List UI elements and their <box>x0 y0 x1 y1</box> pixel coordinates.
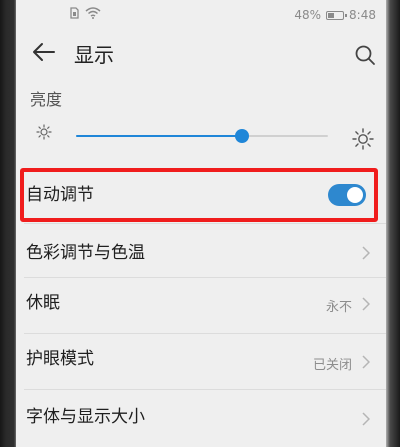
eye-comfort-row[interactable]: 护眼模式 已关闭 <box>16 334 386 390</box>
chevron-right-icon <box>362 297 370 311</box>
wifi-icon <box>85 7 101 19</box>
eye-comfort-value: 已关闭 <box>312 358 352 373</box>
battery-fill <box>328 12 335 18</box>
slider-fill <box>76 135 243 137</box>
app-header: 显示 <box>16 30 386 76</box>
phone-frame: 48% 8:48 显示 亮度 自动调节 色彩调节与色温 休眠 永不 护眼模式 已… <box>0 0 400 447</box>
color-temperature-row[interactable]: 色彩调节与色温 <box>16 224 386 278</box>
auto-adjust-toggle[interactable] <box>328 184 366 206</box>
sleep-value: 永不 <box>325 300 352 315</box>
sun-large-icon <box>352 128 374 150</box>
chevron-right-icon <box>362 355 370 369</box>
slider-thumb[interactable] <box>235 129 250 143</box>
font-size-label: 字体与显示大小 <box>26 407 145 427</box>
battery-percent: 48% <box>294 8 322 22</box>
chevron-right-icon <box>362 412 370 426</box>
chevron-right-icon <box>362 246 370 260</box>
back-arrow-icon[interactable] <box>32 42 56 62</box>
status-right: 48% 8:48 <box>294 8 376 22</box>
search-icon[interactable] <box>354 44 376 66</box>
auto-adjust-row[interactable]: 自动调节 <box>16 168 386 224</box>
font-size-row[interactable]: 字体与显示大小 <box>16 390 386 447</box>
clock: 8:48 <box>349 8 376 22</box>
page-title: 显示 <box>74 43 114 67</box>
eye-comfort-label: 护眼模式 <box>26 349 94 369</box>
sleep-row[interactable]: 休眠 永不 <box>16 278 386 334</box>
brightness-label: 亮度 <box>30 90 63 109</box>
status-bar: 48% 8:48 <box>16 0 386 30</box>
color-temperature-label: 色彩调节与色温 <box>26 243 145 263</box>
sim-icon <box>70 7 79 19</box>
status-left <box>70 7 101 19</box>
screen: 48% 8:48 显示 亮度 自动调节 色彩调节与色温 休眠 永不 护眼模式 已… <box>16 0 386 447</box>
toggle-knob <box>347 187 363 203</box>
sun-small-icon <box>36 124 52 140</box>
brightness-slider[interactable] <box>76 129 328 143</box>
auto-adjust-label: 自动调节 <box>26 185 94 205</box>
battery-icon <box>326 10 348 20</box>
sleep-label: 休眠 <box>26 293 60 313</box>
